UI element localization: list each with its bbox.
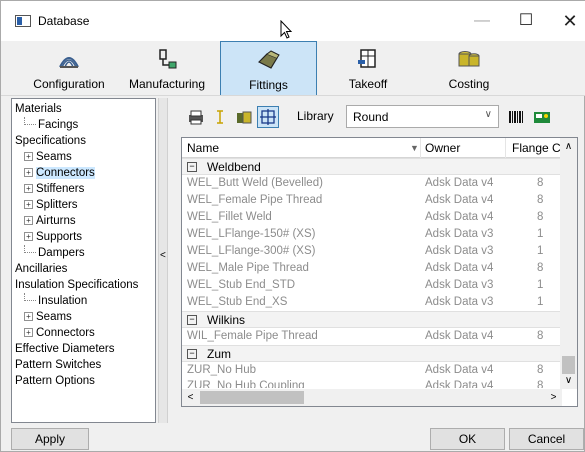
expand-icon[interactable]: + [24,216,33,226]
tree-item-insulation-seams[interactable]: + Seams [24,309,72,325]
configuration-icon [59,57,79,68]
collapse-icon[interactable]: − [187,349,197,359]
table-row[interactable]: ZUR_No Hub Adsk Data v4 8 [182,362,562,379]
manufacturing-icon [159,49,177,69]
tree-item-supports[interactable]: + Supports [24,229,82,245]
table-row[interactable]: WIL_Female Pipe Thread Adsk Data v4 8 [182,328,562,345]
table-row[interactable]: WEL_Fillet Weld Adsk Data v4 8 [182,209,562,226]
cancel-button[interactable]: Cancel [509,428,584,450]
ribbon-configuration-label: Configuration [33,77,105,91]
expand-icon[interactable]: + [24,232,33,242]
table-row[interactable]: ZUR_No Hub Coupling Adsk Data v4 8 [182,378,562,388]
barcode-icon[interactable] [505,106,527,128]
chevron-down-icon: ∨ [484,109,492,120]
close-button[interactable]: ✕ [547,7,585,35]
table-row[interactable]: WEL_Butt Weld (Bevelled) Adsk Data v4 8 [182,175,562,192]
scroll-right-icon[interactable]: > [545,389,562,406]
collapse-icon[interactable]: − [187,162,197,172]
library-value: Round [353,110,389,124]
tree-item-insulation-connectors[interactable]: + Connectors [24,325,95,341]
scroll-down-icon[interactable]: ∨ [560,372,577,389]
database-icon[interactable] [233,106,255,128]
tree-item-insulation-specifications[interactable]: Insulation Specifications [15,277,138,293]
tree-item-effective-diameters[interactable]: Effective Diameters [15,341,115,357]
ribbon-manufacturing-button[interactable]: Manufacturing [119,41,215,96]
takeoff-icon [358,49,376,68]
tree-item-specifications[interactable]: Specifications [15,133,86,149]
horizontal-scrollbar[interactable]: < > [182,389,562,406]
text-cursor-icon[interactable] [209,106,231,128]
tree-item-dampers[interactable]: Dampers [24,245,85,261]
group-header-weldbend[interactable]: − Weldbend [182,158,562,175]
scroll-up-icon[interactable]: ∧ [560,138,577,155]
ok-button[interactable]: OK [430,428,505,450]
fittings-toolbar: Library Round ∨ [181,98,578,136]
tree-item-ancillaries[interactable]: Ancillaries [15,261,67,277]
table-row[interactable]: WEL_Stub End_STD Adsk Data v3 1 [182,277,562,294]
tree-item-materials[interactable]: Materials [15,101,62,117]
costing-icon [458,51,480,67]
ribbon-manufacturing-label: Manufacturing [128,77,206,91]
expand-icon[interactable]: + [24,312,33,322]
tree-item-connectors[interactable]: + Connectors [24,165,95,181]
collapse-panel-splitter[interactable]: < [158,98,168,423]
database-app-icon [15,15,31,27]
ribbon-divider [1,95,585,96]
apply-button[interactable]: Apply [11,428,89,450]
collapse-icon[interactable]: − [187,315,197,325]
fittings-grid[interactable]: Name ▼ Owner Flange Co − Weldbend WEL_Bu… [181,137,578,407]
grid-view-button[interactable] [257,106,279,128]
fittings-icon [257,50,280,69]
expand-icon[interactable]: + [24,184,33,194]
mouse-cursor-icon [280,20,293,39]
sort-down-icon: ▼ [410,143,419,153]
tree-item-pattern-options[interactable]: Pattern Options [15,373,95,389]
expand-icon[interactable]: + [24,152,33,162]
collapse-glyph: < [160,250,166,261]
tree-item-seams[interactable]: + Seams [24,149,72,165]
table-row[interactable]: WEL_Female Pipe Thread Adsk Data v4 8 [182,192,562,209]
print-icon[interactable] [185,106,207,128]
ribbon: Configuration Manufacturing Fittings Tak… [1,41,585,96]
minimize-button[interactable]: — [459,7,505,35]
table-row[interactable]: WEL_Stub End_XS Adsk Data v3 1 [182,294,562,311]
vertical-scrollbar[interactable]: ∧ ∨ [560,138,577,389]
ribbon-fittings-button[interactable]: Fittings [220,41,317,96]
tree-item-stiffeners[interactable]: + Stiffeners [24,181,84,197]
ribbon-takeoff-label: Takeoff [348,77,388,91]
ribbon-costing-button[interactable]: Costing [421,41,517,96]
expand-icon[interactable]: + [24,168,33,178]
ribbon-takeoff-button[interactable]: Takeoff [320,41,416,96]
maximize-button[interactable]: ☐ [503,7,549,35]
horizontal-scroll-thumb[interactable] [200,391,304,404]
table-row[interactable]: WEL_LFlange-300# (XS) Adsk Data v3 1 [182,243,562,260]
database-window: Database — ☐ ✕ Configuration Manufacturi… [0,0,585,452]
group-header-wilkins[interactable]: − Wilkins [182,311,562,328]
table-row[interactable]: WEL_LFlange-150# (XS) Adsk Data v3 1 [182,226,562,243]
window-title: Database [38,14,90,28]
expand-icon[interactable]: + [24,200,33,210]
expand-icon[interactable]: + [24,328,33,338]
ribbon-configuration-button[interactable]: Configuration [21,41,117,96]
tree-item-insulation[interactable]: Insulation [24,293,87,309]
tree-item-pattern-switches[interactable]: Pattern Switches [15,357,101,373]
fittings-panel: Library Round ∨ Name ▼ Owner Flange Co −… [181,98,578,423]
grid-icon [260,109,276,125]
tree-item-facings[interactable]: Facings [24,117,78,133]
library-label: Library [297,109,334,123]
tree-item-splitters[interactable]: + Splitters [24,197,78,213]
ribbon-fittings-label: Fittings [249,78,288,92]
group-header-zum[interactable]: − Zum [182,345,562,362]
library-select[interactable]: Round ∨ [346,105,499,128]
ribbon-costing-label: Costing [448,77,490,91]
title-bar: Database — ☐ ✕ [1,1,585,41]
scroll-left-icon[interactable]: < [182,389,199,406]
column-header-owner[interactable]: Owner [425,141,460,155]
image-icon[interactable] [531,106,553,128]
grid-header: Name ▼ Owner Flange Co [182,138,567,158]
column-header-name[interactable]: Name [187,141,219,155]
settings-tree[interactable]: Materials Facings Specifications + Seams … [11,98,156,423]
tree-item-airturns[interactable]: + Airturns [24,213,76,229]
table-row[interactable]: WEL_Male Pipe Thread Adsk Data v4 8 [182,260,562,277]
